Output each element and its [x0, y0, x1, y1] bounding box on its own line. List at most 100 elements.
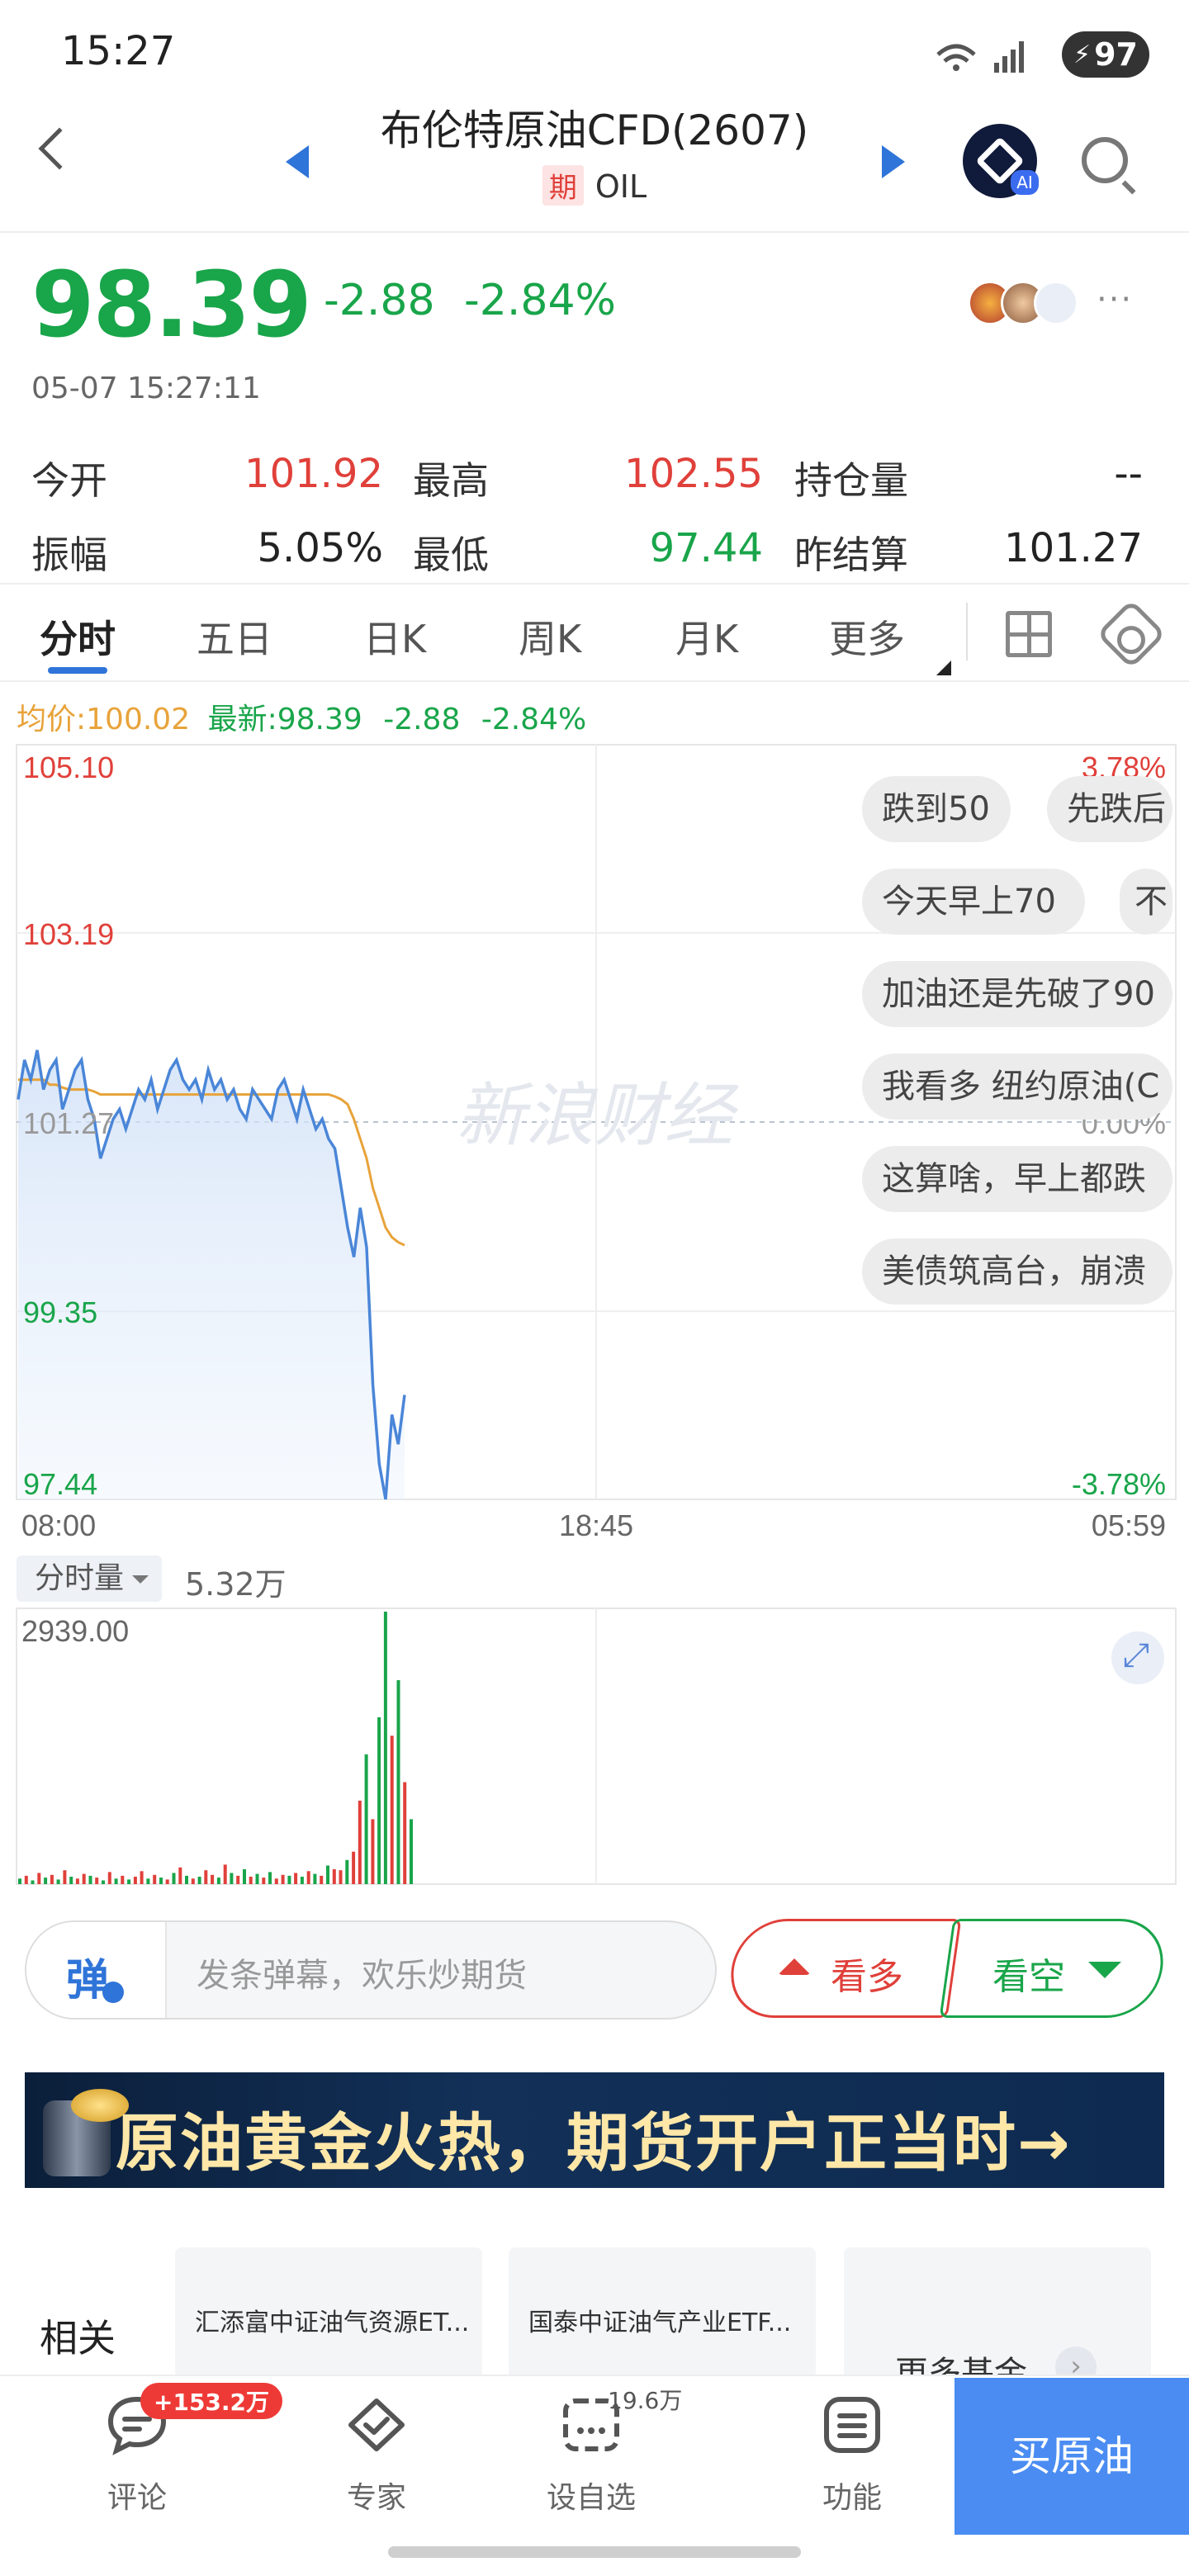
volume-bar: [243, 1869, 246, 1884]
pct-tick-label: -3.78%: [1072, 1467, 1166, 1501]
bearish-label: 看空: [992, 1956, 1065, 1998]
danmaku-bubble[interactable]: 今天早上70: [862, 869, 1085, 935]
menu-icon: [824, 2397, 880, 2453]
danmaku-placeholder: 发条弹幕，欢乐炒期货: [197, 1957, 527, 1995]
layout-grid-icon[interactable]: [1006, 611, 1052, 657]
legend-change-pct: -2.84%: [481, 703, 587, 736]
tab-five-day[interactable]: 五日: [197, 609, 272, 664]
more-icon[interactable]: ···: [1097, 281, 1133, 319]
volume-bar: [255, 1873, 259, 1884]
expand-icon[interactable]: [1111, 1631, 1164, 1684]
tab-weekly-k[interactable]: 周K: [519, 609, 581, 664]
tab-underline: [48, 667, 107, 674]
home-indicator[interactable]: [388, 2546, 801, 2558]
danmaku-bubble[interactable]: 跌到50: [862, 776, 1011, 842]
volume-bar: [133, 1877, 137, 1884]
stat-label: 最高: [413, 458, 489, 503]
danmaku-bubble[interactable]: 我看多 纽约原油(C: [862, 1054, 1172, 1120]
expert-diamond-icon: [348, 2398, 405, 2451]
bullish-label: 看多: [831, 1956, 903, 1998]
price-change: -2.88: [324, 276, 435, 325]
settings-icon[interactable]: [1096, 599, 1167, 670]
user-avatars[interactable]: [968, 281, 1083, 327]
volume-bar: [56, 1879, 60, 1884]
stat-value: 102.55: [624, 451, 763, 497]
battery-bolt-icon: ⚡: [1073, 40, 1092, 69]
promo-banner[interactable]: 原油黄金火热，期货开户正当时→: [25, 2072, 1164, 2188]
nav-functions[interactable]: [786, 2393, 918, 2460]
volume-bar: [178, 1867, 182, 1884]
ai-assistant-button[interactable]: AI: [963, 124, 1039, 198]
volume-bar: [223, 1864, 227, 1884]
stat-label: 昨结算: [794, 533, 908, 577]
volume-bar: [371, 1819, 375, 1884]
stat-label: 振幅: [31, 533, 107, 577]
volume-selector[interactable]: 分时量: [17, 1556, 162, 1602]
contract-code: OIL: [594, 168, 647, 205]
buy-button[interactable]: 买原油: [955, 2378, 1189, 2535]
volume-bar: [410, 1819, 413, 1884]
stat-value: --: [1114, 451, 1143, 497]
volume-bar: [345, 1859, 349, 1884]
volume-bar: [287, 1875, 291, 1884]
volume-bar: [352, 1851, 356, 1884]
search-icon[interactable]: [1082, 137, 1128, 183]
volume-bar: [82, 1873, 86, 1884]
chart-legend: 均价:100.02 最新:98.39 -2.88 -2.84%: [17, 695, 586, 738]
volume-bar: [102, 1880, 105, 1884]
volume-bar: [377, 1717, 381, 1884]
volume-bar: [121, 1875, 125, 1884]
x-axis-labels: 08:00 18:45 05:59: [21, 1508, 1166, 1542]
tab-monthly-k[interactable]: 月K: [675, 609, 738, 664]
volume-bar: [159, 1878, 163, 1884]
related-label: 相关: [40, 2316, 116, 2361]
volume-bar: [281, 1874, 285, 1884]
nav-experts[interactable]: [310, 2393, 443, 2460]
volume-bar: [320, 1875, 324, 1884]
volume-bar: [364, 1754, 368, 1884]
bullish-arrow-icon: [778, 1958, 811, 1975]
danmaku-bubble[interactable]: 加油还是先破了90: [862, 961, 1172, 1027]
volume-bar: [31, 1880, 35, 1884]
volume-bar: [211, 1874, 215, 1884]
nav-label: 评论: [107, 2481, 167, 2515]
stat-label: 持仓量: [794, 458, 908, 503]
volume-bar: [383, 1612, 387, 1884]
y-tick-label: 103.19: [23, 917, 114, 951]
price-change-pct: -2.84%: [464, 276, 616, 325]
related-fund-name: 国泰中证油气产业ETF...: [528, 2308, 792, 2337]
x-tick-label: 18:45: [559, 1508, 633, 1542]
volume-bar: [95, 1878, 99, 1884]
danmaku-bubble[interactable]: 不: [1120, 869, 1172, 935]
tab-separator: [966, 603, 968, 661]
related-fund-card[interactable]: 汇添富中证油气资源ET...: [175, 2247, 482, 2379]
next-contract-icon[interactable]: [882, 145, 905, 178]
volume-bar: [294, 1873, 298, 1884]
volume-bar: [191, 1878, 195, 1884]
tab-daily-k[interactable]: 日K: [363, 609, 426, 664]
x-tick-label: 05:59: [1092, 1508, 1166, 1542]
avg-price-legend: 均价:100.02: [17, 703, 191, 736]
volume-bar: [153, 1874, 157, 1884]
quote-timestamp: 05-07 15:27:11: [31, 372, 261, 405]
danmaku-bubble[interactable]: 先跌后: [1047, 776, 1172, 842]
volume-bar: [332, 1869, 336, 1884]
danmaku-bubble[interactable]: 美债筑高台，崩溃: [862, 1238, 1172, 1305]
volume-total: 5.32万: [185, 1566, 287, 1603]
nav-label: 专家: [346, 2481, 406, 2515]
watchlist-count: 19.6万: [608, 2387, 683, 2414]
danmaku-bubble[interactable]: 这算啥，早上都跌: [862, 1146, 1172, 1212]
more-funds-card[interactable]: 更多基金 ›: [844, 2247, 1151, 2393]
related-fund-card[interactable]: 国泰中证油气产业ETF...: [509, 2247, 816, 2379]
stat-value: 97.44: [649, 525, 763, 571]
tab-more[interactable]: 更多: [829, 609, 905, 664]
stat-value: 101.92: [244, 451, 383, 497]
tab-intraday[interactable]: 分时: [40, 609, 116, 664]
volume-bar: [63, 1870, 67, 1884]
battery-indicator: ⚡ 97: [1062, 31, 1149, 78]
stat-value: 101.27: [1004, 525, 1143, 571]
stat-label: 最低: [413, 533, 489, 577]
danmaku-icon: 弹: [66, 1956, 110, 2005]
volume-max-label: 2939.00: [21, 1614, 129, 1648]
ai-label: AI: [1011, 170, 1039, 195]
